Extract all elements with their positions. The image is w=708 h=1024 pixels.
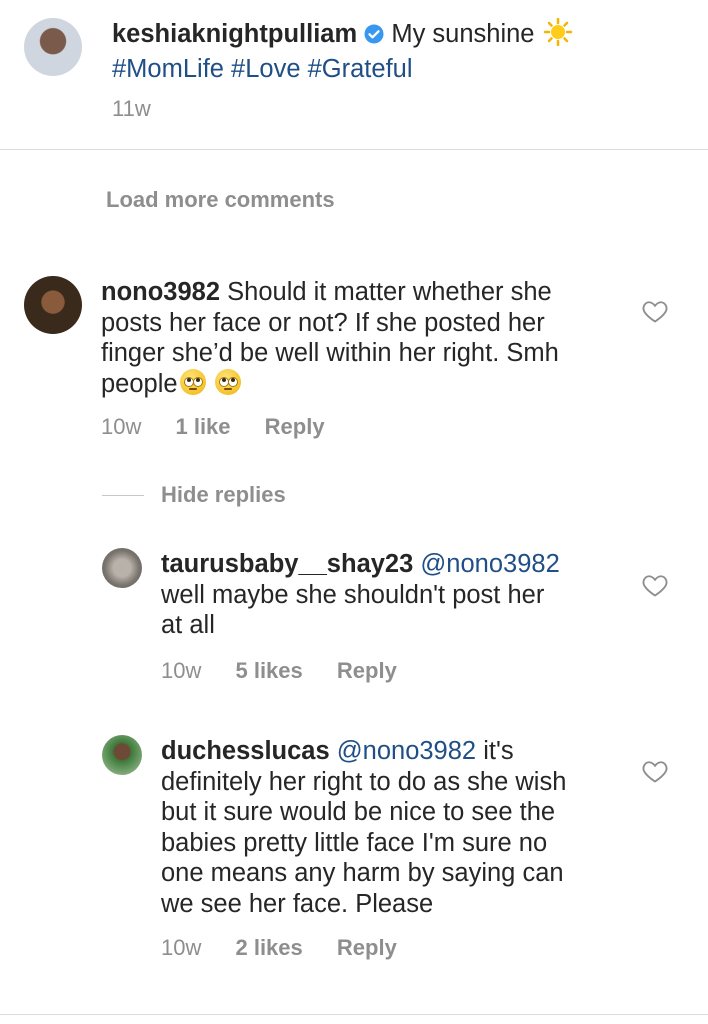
hide-replies-button[interactable]: Hide replies bbox=[161, 482, 286, 508]
like-heart-icon[interactable] bbox=[641, 297, 669, 325]
reply-timestamp: 10w bbox=[161, 658, 202, 683]
reply-line: well maybe she shouldn't post her bbox=[161, 580, 545, 609]
reply-mention[interactable]: @nono3982 bbox=[337, 737, 476, 765]
comment-reply-button[interactable]: Reply bbox=[265, 414, 325, 439]
comment-meta: 10w 1 like Reply bbox=[101, 414, 325, 440]
reply-username[interactable]: taurusbaby__shay23 bbox=[161, 550, 413, 578]
reply-avatar[interactable] bbox=[102, 548, 142, 588]
reply-timestamp: 10w bbox=[161, 935, 202, 960]
reply-likes-count[interactable]: 5 likes bbox=[235, 658, 302, 683]
reply-line: we see her face. Please bbox=[161, 889, 434, 918]
reply-meta: 10w 2 likes Reply bbox=[161, 935, 397, 961]
reply-line: babies pretty little face I'm sure no bbox=[161, 828, 548, 857]
sun-emoji-icon bbox=[542, 17, 574, 54]
post-author-avatar[interactable] bbox=[24, 18, 82, 76]
like-heart-icon[interactable] bbox=[641, 571, 669, 599]
reply-line: but it sure would be nice to see the bbox=[161, 798, 556, 826]
reply-mention[interactable]: @nono3982 bbox=[420, 550, 559, 578]
reply-line: one means any harm by saying can bbox=[161, 859, 564, 887]
reply-reply-button[interactable]: Reply bbox=[337, 658, 397, 683]
verified-badge-icon bbox=[364, 21, 384, 52]
reply-reply-button[interactable]: Reply bbox=[337, 935, 397, 960]
comment-line: people bbox=[101, 369, 178, 398]
comment-line: posts her face or not? If she posted her bbox=[101, 308, 545, 337]
reply-line: definitely her right to do as she wish bbox=[161, 767, 567, 796]
comment-username[interactable]: nono3982 bbox=[101, 278, 220, 306]
post-caption: keshiaknightpulliam My sunshine #MomLife… bbox=[112, 17, 682, 84]
eye-roll-emoji-icon bbox=[179, 368, 206, 395]
comment-likes-count[interactable]: 1 like bbox=[175, 414, 230, 439]
divider bbox=[0, 1014, 708, 1015]
reply-avatar[interactable] bbox=[102, 735, 142, 775]
reply-body: duchesslucas @nono3982 it's definitely h… bbox=[161, 736, 621, 919]
post-hashtags[interactable]: #MomLife #Love #Grateful bbox=[112, 55, 413, 83]
reply-meta: 10w 5 likes Reply bbox=[161, 658, 397, 684]
hide-replies-line bbox=[102, 495, 144, 496]
reply-line: at all bbox=[161, 611, 215, 639]
comment-body: nono3982 Should it matter whether she po… bbox=[101, 277, 621, 399]
eye-roll-emoji-icon bbox=[214, 368, 241, 395]
divider bbox=[0, 149, 708, 150]
post-author-username[interactable]: keshiaknightpulliam bbox=[112, 20, 357, 48]
like-heart-icon[interactable] bbox=[641, 757, 669, 785]
post-caption-text: My sunshine bbox=[391, 20, 535, 48]
comment-line: Should it matter whether she bbox=[227, 278, 552, 306]
reply-line: it's bbox=[483, 737, 514, 765]
comment-line: finger she’d be well within her right. S… bbox=[101, 339, 559, 367]
commenter-avatar[interactable] bbox=[24, 276, 82, 334]
load-more-comments-button[interactable]: Load more comments bbox=[106, 187, 335, 213]
comment-timestamp: 10w bbox=[101, 414, 142, 439]
post-timestamp: 11w bbox=[112, 96, 151, 121]
reply-username[interactable]: duchesslucas bbox=[161, 737, 330, 765]
reply-body: taurusbaby__shay23 @nono3982 well maybe … bbox=[161, 549, 611, 641]
reply-likes-count[interactable]: 2 likes bbox=[235, 935, 302, 960]
